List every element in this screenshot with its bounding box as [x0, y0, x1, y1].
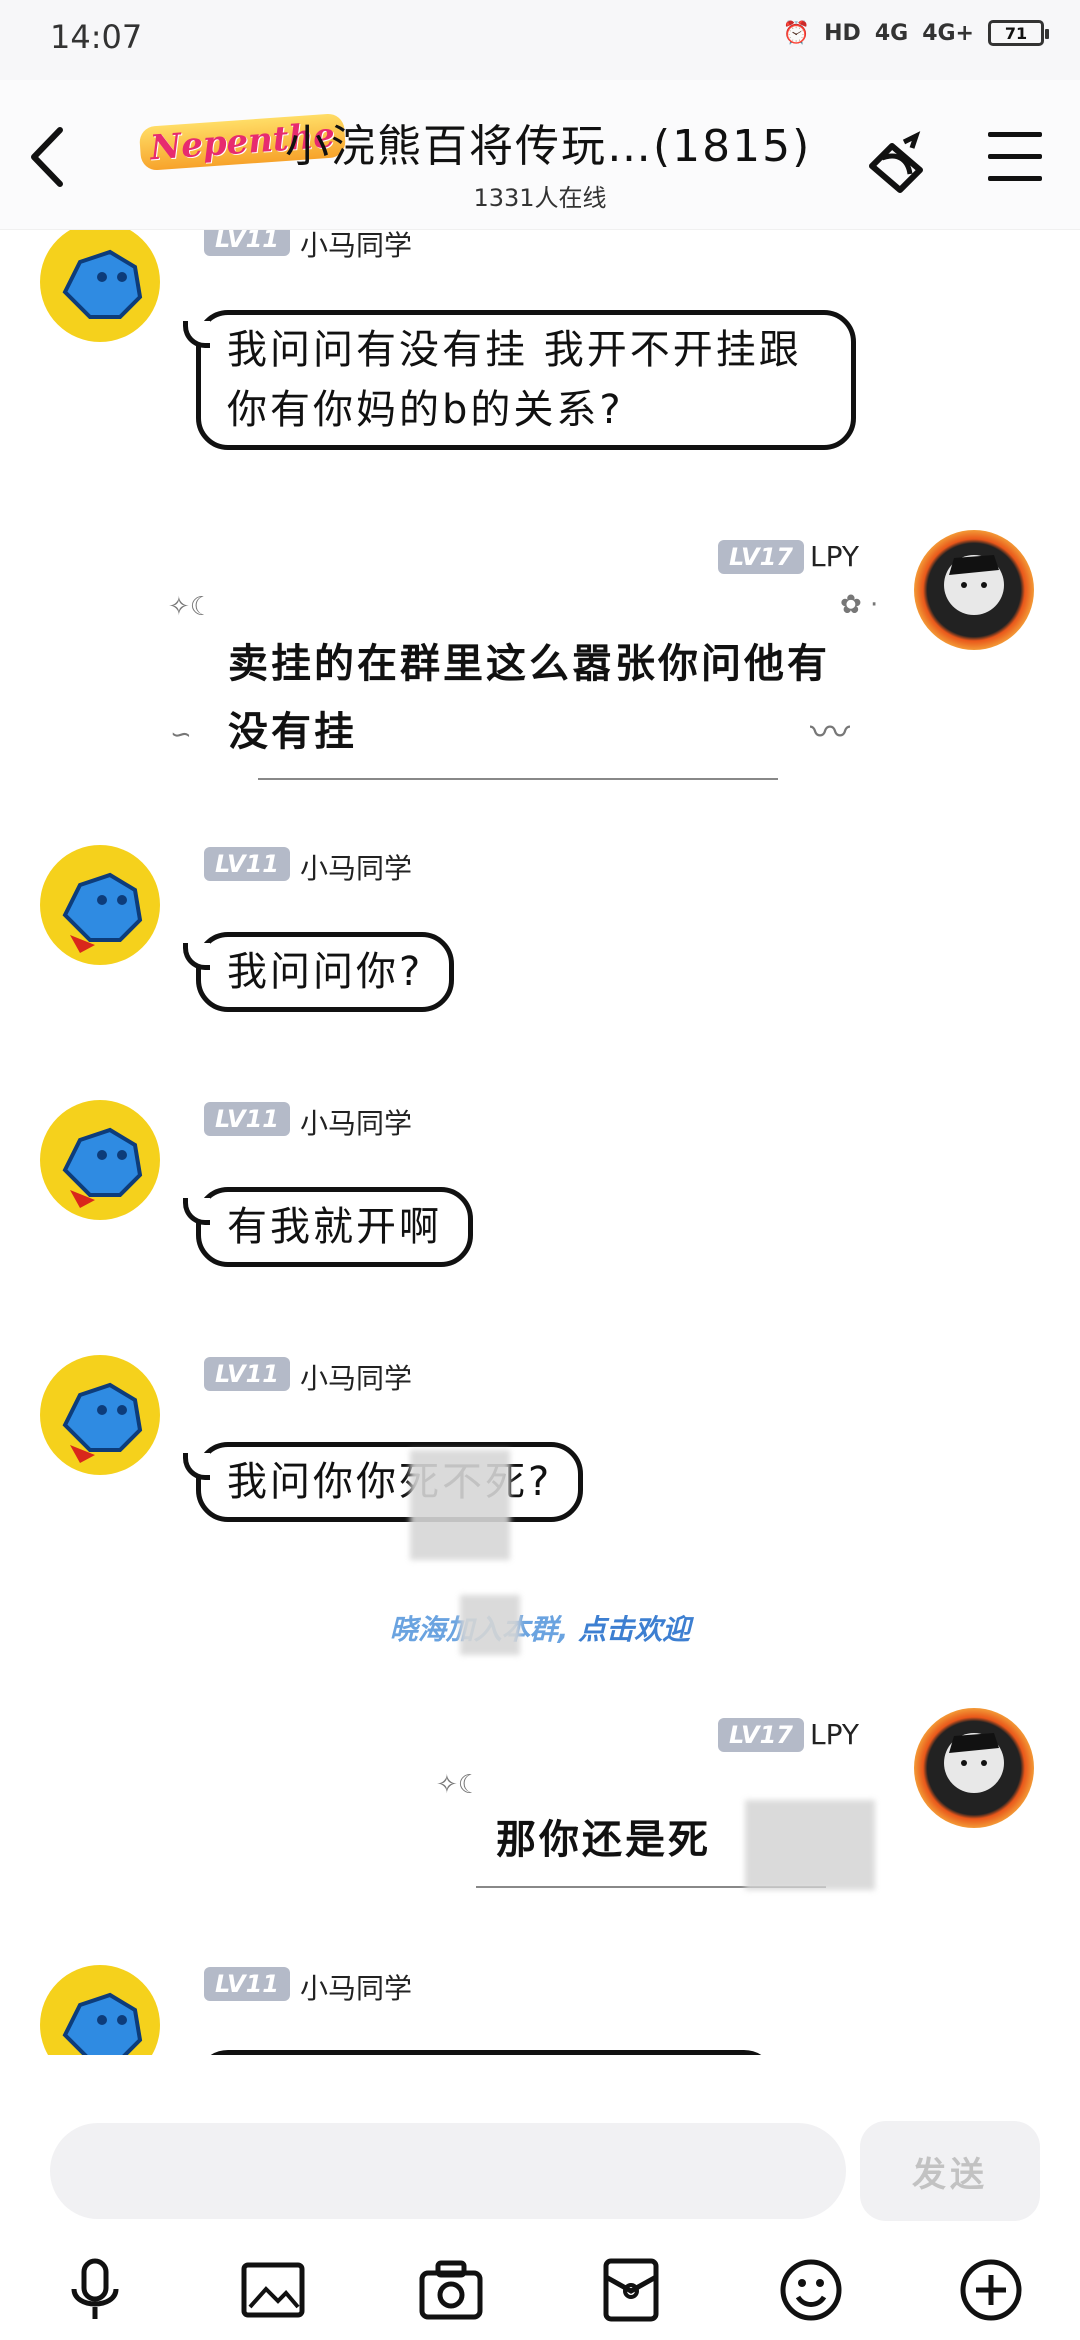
menu-icon[interactable]: [988, 132, 1042, 182]
whale-tail-decoration: 〰: [810, 710, 850, 756]
status-time: 14:07: [50, 18, 143, 56]
avatar-blue-dog[interactable]: [40, 1965, 160, 2055]
red-packet-icon[interactable]: [596, 2255, 666, 2325]
plus-icon[interactable]: [956, 2255, 1026, 2325]
message-bubble[interactable]: 卖挂的在群里这么嚣张你问他有没有挂: [228, 630, 858, 780]
message-input[interactable]: [50, 2123, 846, 2219]
input-bar: 发送: [0, 2055, 1080, 2340]
send-button[interactable]: 发送: [860, 2121, 1040, 2221]
stars-decoration: ✿ ·: [840, 590, 879, 620]
wave-divider: [258, 778, 778, 780]
level-badge: LV11: [204, 847, 290, 881]
moon-stars-decoration: ✧☾: [436, 1770, 482, 1800]
level-badge: LV11: [204, 230, 290, 256]
emoji-icon[interactable]: [776, 2255, 846, 2325]
level-badge: LV17: [718, 540, 804, 574]
avatar-lpy[interactable]: [914, 1708, 1034, 1828]
message-bubble[interactable]: 有我就开啊: [183, 1187, 473, 1267]
signal-4g-icon: 4G: [874, 20, 909, 46]
welcome-link[interactable]: 点击欢迎: [578, 1613, 690, 1646]
sender-name: 小马同学: [300, 852, 413, 885]
signal-4g-plus-icon: 4G+: [922, 20, 974, 46]
wave-decoration: ∽: [170, 720, 192, 750]
sender-name: LPY: [810, 1718, 859, 1751]
blur-mask: [410, 1450, 510, 1560]
message-bubble[interactable]: 我问你你死不死?: [182, 1442, 584, 1522]
microphone-icon[interactable]: [60, 2255, 130, 2325]
level-badge: LV17: [718, 1718, 804, 1752]
sender-name: 小马同学: [300, 1972, 413, 2005]
sender-name: 小马同学: [300, 1107, 413, 1140]
level-badge: LV11: [204, 1357, 290, 1391]
share-icon[interactable]: [862, 128, 932, 198]
moon-stars-decoration: ✧☾: [168, 592, 214, 622]
message-list[interactable]: LV11 小马同学 我问问有没有挂 我开不开挂跟你有你妈的b的关系? LV17 …: [0, 230, 1080, 2055]
chat-header: Nepenthe 小浣熊百将传玩…(1815) 1331人在线: [0, 80, 1080, 230]
alarm-icon: ⏰: [782, 20, 811, 46]
group-title[interactable]: 小浣熊百将传玩…(1815): [285, 110, 811, 174]
system-notice: 晓海加入本群, 点击欢迎: [0, 1608, 1080, 1648]
hd-icon: HD: [824, 20, 861, 46]
sender-name: 小马同学: [300, 1362, 413, 1395]
message-text: 那你还是死: [496, 1817, 711, 1863]
message-bubble[interactable]: 我问问有没有挂 我开不开挂跟你有你妈的b的关系?: [183, 310, 856, 450]
avatar-lpy[interactable]: [914, 530, 1034, 650]
status-bar: 14:07 ⏰ HD 4G 4G+ 71: [0, 0, 1080, 80]
message-bubble[interactable]: 我问问你?: [182, 932, 455, 1012]
avatar-blue-dog[interactable]: [40, 230, 160, 342]
camera-icon[interactable]: [416, 2255, 486, 2325]
avatar-blue-dog[interactable]: [40, 845, 160, 965]
sender-name: LPY: [810, 540, 859, 573]
image-icon[interactable]: [238, 2255, 308, 2325]
avatar-blue-dog[interactable]: [40, 1100, 160, 1220]
status-icons: ⏰ HD 4G 4G+ 71: [782, 20, 1049, 46]
avatar-blue-dog[interactable]: [40, 1355, 160, 1475]
blur-mask: [745, 1800, 875, 1890]
blur-mask: [460, 1595, 520, 1655]
battery-icon: 71: [988, 20, 1049, 46]
sender-name: 小马同学: [300, 230, 413, 262]
message-text: 卖挂的在群里这么嚣张你问他有没有挂: [228, 641, 830, 755]
level-badge: LV11: [204, 1967, 290, 2001]
battery-level: 71: [1004, 23, 1028, 43]
level-badge: LV11: [204, 1102, 290, 1136]
